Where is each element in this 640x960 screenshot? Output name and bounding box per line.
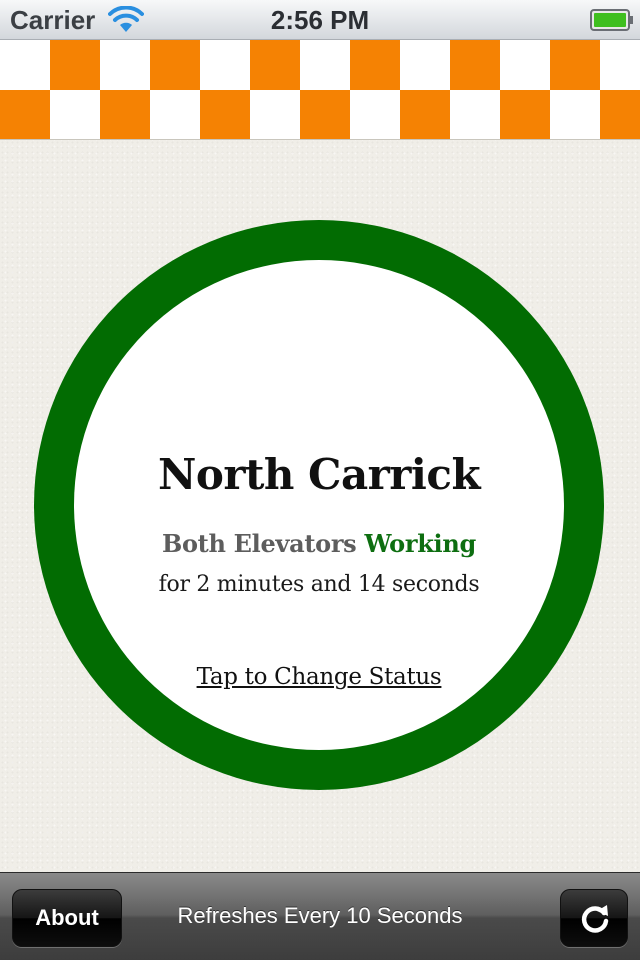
status-circle[interactable]: North Carrick Both Elevators Working for… (74, 260, 564, 750)
status-prefix: Both Elevators (161, 529, 357, 558)
status-ring-button[interactable]: North Carrick Both Elevators Working for… (34, 220, 604, 790)
clock: 2:56 PM (270, 5, 370, 35)
main-content: North Carrick Both Elevators Working for… (0, 140, 640, 872)
elevator-status-line: Both Elevators Working (74, 527, 564, 561)
station-name: North Carrick (157, 450, 481, 499)
status-bar: Carrier 2:56 PM (0, 0, 640, 40)
status-duration: for 2 minutes and 14 seconds (158, 572, 480, 597)
bottom-toolbar: About Refreshes Every 10 Seconds (0, 872, 640, 960)
refresh-button[interactable] (560, 889, 628, 947)
refresh-note: Refreshes Every 10 Seconds (177, 903, 463, 928)
checkered-banner (0, 40, 640, 140)
battery-full-icon (590, 9, 633, 31)
change-status-link[interactable]: Tap to Change Status (74, 660, 564, 694)
about-button[interactable]: About (12, 889, 122, 947)
refresh-icon (581, 905, 609, 933)
status-state: Working (364, 529, 476, 558)
